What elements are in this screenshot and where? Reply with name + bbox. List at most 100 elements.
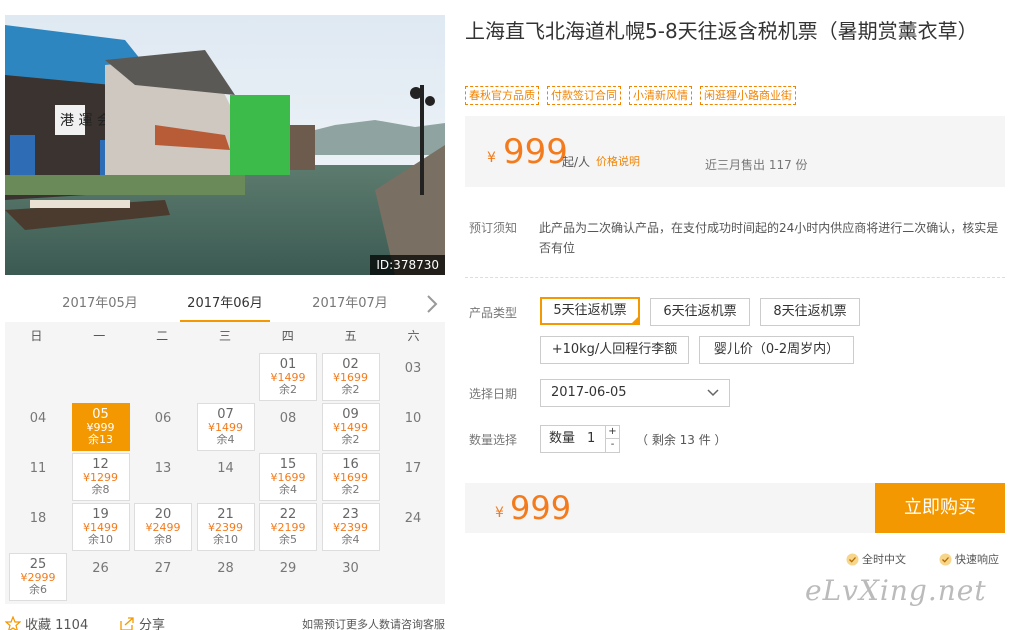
day-number: 30 xyxy=(342,561,359,576)
calendar-day: 06 xyxy=(134,403,192,451)
day-number: 22 xyxy=(279,507,297,522)
quantity-input[interactable]: 1 xyxy=(587,426,595,452)
day-remaining: 余13 xyxy=(88,433,113,446)
tab-month-june[interactable]: 2017年06月 xyxy=(180,288,270,323)
product-type-label: 产品类型 xyxy=(469,306,518,320)
weekday-label: 五 xyxy=(344,329,357,343)
calendar-day: 10 xyxy=(384,403,442,451)
guarantee-label: 全时中文 xyxy=(862,553,906,566)
guarantee-label: 快速响应 xyxy=(955,553,999,566)
increment-button[interactable]: + xyxy=(605,426,619,439)
product-photo: 港 運 会 社 ID:378730 xyxy=(5,15,445,275)
calendar-day[interactable]: 22 ¥2199 余5 xyxy=(259,503,317,551)
price-unit: 起/人 xyxy=(562,155,591,169)
tab-month-may[interactable]: 2017年05月 xyxy=(55,288,145,320)
day-number: 26 xyxy=(92,561,109,576)
type-option-5day[interactable]: 5天往返机票 xyxy=(540,297,640,325)
calendar-day[interactable]: 19 ¥1499 余10 xyxy=(71,503,130,551)
calendar-day: 17 xyxy=(384,453,442,501)
day-remaining: 余2 xyxy=(341,483,360,496)
image-id-badge: ID:378730 xyxy=(370,255,445,275)
calendar-day: 13 xyxy=(134,453,192,501)
day-remaining: 余2 xyxy=(279,383,297,396)
calendar-day: 30 xyxy=(322,553,380,601)
type-option-6day[interactable]: 6天往返机票 xyxy=(650,298,750,326)
feature-tag: 闲逛狸小路商业街 xyxy=(700,86,796,105)
day-number: 06 xyxy=(154,411,172,426)
day-number: 23 xyxy=(342,507,359,522)
day-remaining: 余8 xyxy=(91,483,110,496)
calendar-day[interactable]: 20 ¥2499 余8 xyxy=(134,503,192,551)
weekday-label: 二 xyxy=(156,329,169,343)
favorite-label: 收藏 1104 xyxy=(25,618,89,630)
price-value: 999 xyxy=(503,132,568,172)
day-remaining: 余2 xyxy=(341,383,360,396)
buy-now-button[interactable]: 立即购买 xyxy=(875,483,1005,533)
day-remaining: 余8 xyxy=(154,533,172,546)
day-remaining: 余2 xyxy=(341,433,360,446)
guarantee-item: 快速响应 xyxy=(939,551,999,567)
tab-month-july[interactable]: 2017年07月 xyxy=(305,288,395,320)
remaining-stock: （ 剩余 13 件 ） xyxy=(636,433,727,447)
date-label: 选择日期 xyxy=(469,387,518,401)
day-number: 20 xyxy=(154,507,172,522)
calendar-day[interactable]: 01 ¥1499 余2 xyxy=(259,353,317,401)
sold-count: 近三月售出 117 份 xyxy=(705,158,808,172)
calendar-day[interactable]: 09 ¥1499 余2 xyxy=(321,403,380,451)
calendar-day[interactable]: 23 ¥2399 余4 xyxy=(321,503,380,551)
type-option-label: 婴儿价（0-2周岁内） xyxy=(713,342,840,357)
day-remaining: 余4 xyxy=(279,483,297,496)
product-title: 上海直飞北海道札幌5-8天往返含税机票（暑期赏薰衣草） xyxy=(465,19,978,43)
calendar-day[interactable]: 21 ¥2399 余10 xyxy=(196,503,255,551)
feature-tag: 付款签订合同 xyxy=(547,86,621,105)
chevron-right-icon[interactable] xyxy=(425,292,439,316)
calendar-day[interactable]: 25 ¥2999 余6 xyxy=(9,553,67,601)
share-icon xyxy=(120,616,134,630)
day-remaining: 余4 xyxy=(341,533,360,546)
weekday-label: 四 xyxy=(281,329,294,343)
notice-label: 预订须知 xyxy=(469,221,518,235)
calendar-day: 29 xyxy=(259,553,317,601)
weekday-label: 三 xyxy=(218,329,231,343)
calendar-day[interactable]: 02 ¥1699 余2 xyxy=(321,353,380,401)
share-button[interactable]: 分享 xyxy=(119,614,165,630)
type-option-8day[interactable]: 8天往返机票 xyxy=(760,298,860,326)
feature-tags: 春秋官方品质 付款签订合同 小清新风情 闲逛狸小路商业街 xyxy=(465,86,796,105)
day-number: 19 xyxy=(92,507,109,522)
weekday-label: 一 xyxy=(93,329,106,343)
calendar-day[interactable]: 07 ¥1499 余4 xyxy=(196,403,255,451)
day-number: 11 xyxy=(29,461,47,476)
day-number: 08 xyxy=(279,411,297,426)
check-circle-icon xyxy=(846,553,859,565)
calendar-day[interactable]: 16 ¥1699 余2 xyxy=(321,453,380,501)
calendar-day: 18 xyxy=(9,503,67,551)
calendar-day: 26 xyxy=(72,553,130,601)
share-label: 分享 xyxy=(139,618,166,630)
favorite-button[interactable]: 收藏 1104 xyxy=(5,614,88,630)
day-number: 18 xyxy=(29,511,47,526)
calendar-day[interactable]: 12 ¥1299 余8 xyxy=(71,453,130,501)
type-option-infant[interactable]: 婴儿价（0-2周岁内） xyxy=(699,336,854,364)
day-number: 17 xyxy=(404,461,422,476)
month-tabs: 2017年05月 2017年06月 2017年07月 xyxy=(5,288,445,324)
type-option-luggage[interactable]: +10kg/人回程行李额 xyxy=(540,336,689,364)
check-circle-icon xyxy=(939,553,952,565)
day-number: 07 xyxy=(217,407,234,422)
quantity-field-label: 数量 xyxy=(549,431,576,446)
day-number: 15 xyxy=(279,457,297,472)
calendar-day: 03 xyxy=(384,353,442,401)
date-select[interactable]: 2017-06-05 xyxy=(540,379,730,407)
day-number: 02 xyxy=(342,357,359,372)
day-remaining: 余5 xyxy=(279,533,297,546)
currency-symbol: ¥ xyxy=(495,505,504,521)
decrement-button[interactable]: - xyxy=(605,439,619,452)
calendar-day[interactable]: 15 ¥1699 余4 xyxy=(259,453,317,501)
day-remaining: 余4 xyxy=(216,433,235,446)
calendar-day-selected[interactable]: 05 ¥999 余13 xyxy=(71,403,130,451)
price-explanation-link[interactable]: 价格说明 xyxy=(596,153,640,169)
price-panel: ¥ 999 起/人 价格说明 近三月售出 117 份 xyxy=(465,116,1005,187)
calendar-day: 28 xyxy=(197,553,255,601)
day-number: 03 xyxy=(404,361,422,376)
date-value: 2017-06-05 xyxy=(551,385,627,400)
calendar-day: 04 xyxy=(9,403,67,451)
